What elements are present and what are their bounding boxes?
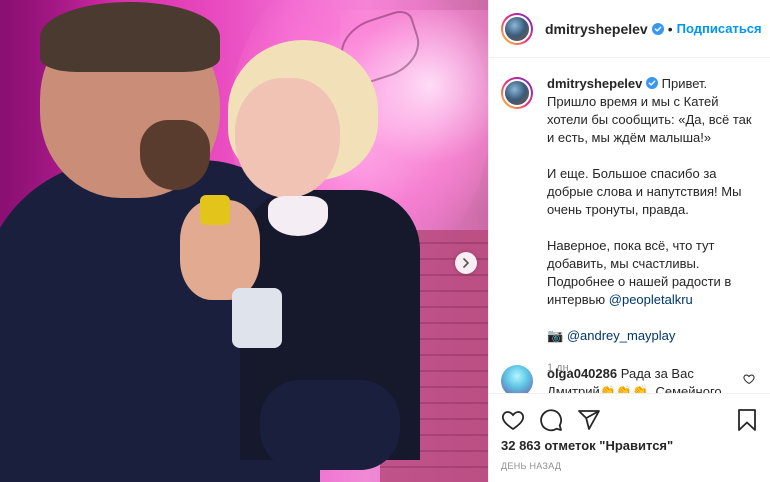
photo-man-arm <box>260 380 400 470</box>
caption: dmitryshepelev Привет. Пришло время и мы… <box>489 59 770 377</box>
comment-username[interactable]: olga040286 <box>547 366 617 381</box>
photo-woman-collar <box>268 196 328 236</box>
caption-avatar[interactable] <box>501 77 533 109</box>
camera-emoji: 📷 <box>547 328 564 343</box>
photo-credit-link[interactable]: @andrey_mayplay <box>567 328 676 343</box>
photo-shirt-cuff <box>232 288 282 348</box>
photo-phone <box>200 195 230 225</box>
follow-button[interactable]: Подписаться <box>677 21 762 36</box>
comment: olga040286 Рада за Вас Дмитрий👏👏👏. Семей… <box>501 365 763 393</box>
photo-man-hair <box>40 2 220 72</box>
caption-paragraph-2: И еще. Большое спасибо за добрые слова и… <box>547 166 742 217</box>
photo-man-beard <box>140 120 210 190</box>
post-photo[interactable] <box>0 0 488 482</box>
avatar[interactable] <box>501 12 533 45</box>
heart-icon[interactable] <box>743 373 755 385</box>
separator: • <box>667 20 673 37</box>
next-photo-button[interactable] <box>455 252 477 274</box>
mention-link[interactable]: @peopletalkru <box>609 292 693 307</box>
post-header: dmitryshepelev • Подписаться <box>489 0 770 58</box>
heart-icon[interactable] <box>501 408 525 432</box>
post-username[interactable]: dmitryshepelev <box>545 21 648 37</box>
verified-badge-icon <box>646 77 658 89</box>
caption-username[interactable]: dmitryshepelev <box>547 76 642 91</box>
comment-icon[interactable] <box>539 408 563 432</box>
comment-text: olga040286 Рада за Вас Дмитрий👏👏👏. Семей… <box>547 365 737 393</box>
chevron-right-icon <box>463 258 469 268</box>
post-sidebar: dmitryshepelev • Подписаться dmitryshepe… <box>488 0 770 482</box>
share-icon[interactable] <box>577 408 601 432</box>
comments-scroll-area[interactable]: dmitryshepelev Привет. Пришло время и мы… <box>489 59 770 393</box>
verified-badge-icon <box>651 22 664 35</box>
caption-text: dmitryshepelev Привет. Пришло время и мы… <box>547 75 755 377</box>
post-actions: 32 863 отметок "Нравится" ДЕНЬ НАЗАД <box>489 393 770 482</box>
photo-woman-face <box>235 78 340 198</box>
post-date[interactable]: ДЕНЬ НАЗАД <box>489 453 770 471</box>
likes-count[interactable]: 32 863 отметок "Нравится" <box>489 436 770 453</box>
bookmark-icon[interactable] <box>735 408 759 432</box>
comment-avatar[interactable] <box>501 365 533 393</box>
